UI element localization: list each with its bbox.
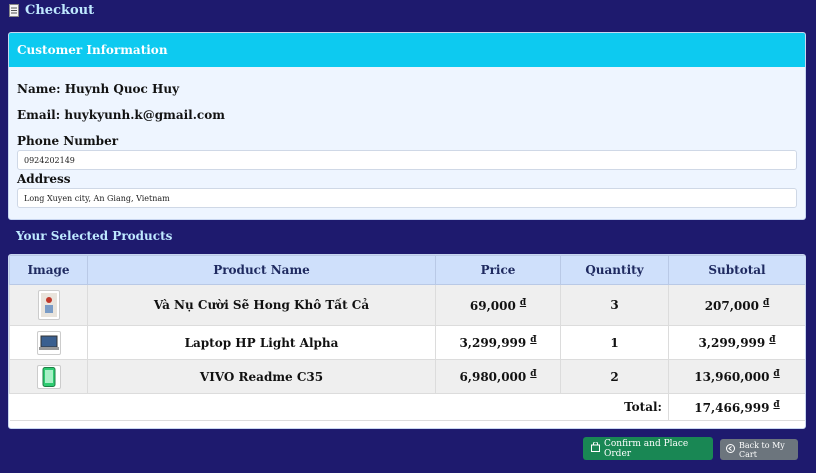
email-value: huykyunh.k@gmail.com xyxy=(64,108,225,122)
phone-icon xyxy=(36,364,61,389)
book-cover-icon xyxy=(37,290,60,320)
name-label: Name: xyxy=(17,82,61,96)
table-row: Laptop HP Light Alpha 3,299,999 đ 1 3,299… xyxy=(9,325,805,360)
address-field[interactable]: Long Xuyen city, An Giang, Vietnam xyxy=(17,188,797,208)
product-subtotal: 13,960,000 đ xyxy=(668,359,805,394)
customer-info-header: Customer Information xyxy=(9,33,805,67)
email-label: Email: xyxy=(17,108,61,122)
product-name: Laptop HP Light Alpha xyxy=(87,325,436,360)
product-subtotal: 3,299,999 đ xyxy=(668,325,805,360)
page-header: Checkout xyxy=(9,3,94,18)
product-subtotal: 207,000 đ xyxy=(668,284,805,326)
col-quantity: Quantity xyxy=(560,255,669,285)
back-to-cart-label: Back to My Cart xyxy=(739,440,785,459)
phone-label: Phone Number xyxy=(17,134,119,148)
total-row: Total: 17,466,999 đ xyxy=(9,393,805,421)
products-table: Image Product Name Price Quantity Subtot… xyxy=(9,255,805,421)
products-section-title: Your Selected Products xyxy=(16,229,173,243)
product-image-cell xyxy=(9,325,88,360)
total-value: 17,466,999 đ xyxy=(668,393,805,421)
product-quantity: 3 xyxy=(560,284,669,326)
laptop-icon xyxy=(36,330,61,355)
product-image-cell xyxy=(9,359,88,394)
col-image: Image xyxy=(9,255,88,285)
total-label: Total: xyxy=(9,393,669,421)
col-subtotal: Subtotal xyxy=(668,255,805,285)
product-name: Và Nụ Cười Sẽ Hong Khô Tất Cả xyxy=(87,284,436,326)
receipt-icon xyxy=(9,4,19,17)
back-to-cart-button[interactable]: Back to My Cart xyxy=(720,439,798,460)
customer-name: Name: Huynh Quoc Huy xyxy=(17,82,179,96)
product-price: 69,000 đ xyxy=(435,284,561,326)
name-value: Huynh Quoc Huy xyxy=(64,82,180,96)
products-table-card: Image Product Name Price Quantity Subtot… xyxy=(8,254,806,429)
col-price: Price xyxy=(435,255,561,285)
table-row: VIVO Readme C35 6,980,000 đ 2 13,960,000 đ xyxy=(9,359,805,394)
phone-field[interactable]: 0924202149 xyxy=(17,150,797,170)
product-quantity: 1 xyxy=(560,325,669,360)
customer-email: Email: huykyunh.k@gmail.com xyxy=(17,108,225,122)
arrow-left-circle-icon xyxy=(726,444,735,455)
product-price: 3,299,999 đ xyxy=(435,325,561,360)
product-name: VIVO Readme C35 xyxy=(87,359,436,394)
col-product-name: Product Name xyxy=(87,255,436,285)
address-label: Address xyxy=(17,172,71,186)
table-row: Và Nụ Cười Sẽ Hong Khô Tất Cả 69,000 đ 3 … xyxy=(9,284,805,326)
product-quantity: 2 xyxy=(560,359,669,394)
confirm-order-button[interactable]: Confirm and Place Order xyxy=(583,437,713,460)
product-image-cell xyxy=(9,284,88,326)
product-price: 6,980,000 đ xyxy=(435,359,561,394)
bag-icon xyxy=(591,441,600,455)
page-title: Checkout xyxy=(25,3,95,18)
table-header-row: Image Product Name Price Quantity Subtot… xyxy=(9,255,805,285)
customer-info-card: Customer Information Name: Huynh Quoc Hu… xyxy=(8,32,806,220)
confirm-order-label: Confirm and Place Order xyxy=(604,438,689,459)
